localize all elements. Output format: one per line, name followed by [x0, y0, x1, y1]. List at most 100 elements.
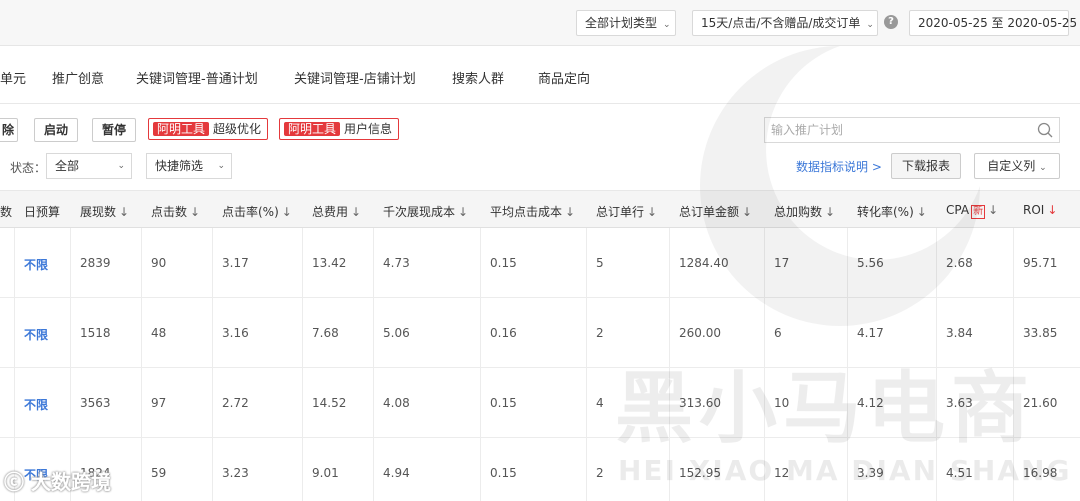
table-cell: 97 — [151, 396, 167, 410]
custom-columns-dropdown[interactable]: 自定义列 ⌄ — [974, 153, 1060, 179]
budget-cell[interactable]: 不限 — [24, 326, 48, 343]
state-value: 全部 — [55, 159, 80, 173]
watermark-cn: 黑小马电商 — [615, 364, 1036, 454]
col-header[interactable]: CPA 新 ↓ — [946, 203, 998, 219]
watermark-logo: ⓒ 大数跨境 — [4, 470, 111, 494]
sort-arrow-icon: ↓ — [916, 205, 927, 219]
sort-arrow-icon: ↓ — [825, 205, 836, 219]
table-cell: 3.23 — [222, 466, 249, 480]
sort-arrow-icon: ↓ — [742, 205, 753, 219]
table-cell: 6 — [774, 326, 782, 340]
table-cell: 4 — [596, 396, 604, 410]
tool-label: 超级优化 — [213, 122, 262, 136]
sort-arrow-icon: ↓ — [565, 205, 576, 219]
plan-type-value: 全部计划类型 — [585, 16, 658, 30]
table-cell: 5 — [596, 256, 604, 270]
table-cell: 0.15 — [490, 466, 517, 480]
table-cell: 0.16 — [490, 326, 517, 340]
state-dropdown[interactable]: 全部 ⌄ — [46, 153, 132, 179]
table-row[interactable]: 不限 2839 90 3.17 13.42 4.73 0.15 5 1284.40 17 5.56 2… — [0, 228, 1080, 298]
sort-arrow-icon: ↓ — [119, 205, 130, 219]
col-header[interactable]: 总订单金额 ↓ — [679, 203, 752, 220]
chevron-down-icon: ⌄ — [117, 161, 125, 171]
date-range-picker[interactable]: 2020-05-25 至 2020-05-25 — [909, 10, 1077, 36]
tab-creative[interactable]: 推广创意 — [52, 68, 104, 87]
table-cell: 0.15 — [490, 396, 517, 410]
plan-search-input[interactable]: 输入推广计划 — [764, 117, 1060, 143]
col-header[interactable]: 点击率(%) ↓ — [222, 203, 292, 220]
sort-arrow-icon: ↓ — [190, 205, 201, 219]
chevron-down-icon: ⌄ — [1039, 163, 1047, 173]
user-info-tool[interactable]: 阿明工具 用户信息 — [279, 118, 400, 140]
tab-product-targeting[interactable]: 商品定向 — [538, 68, 590, 87]
col-header[interactable]: 展现数 ↓ — [80, 203, 129, 220]
table-cell: 9.01 — [312, 466, 339, 480]
chevron-down-icon: ⌄ — [663, 20, 671, 30]
quick-filter-dropdown[interactable]: 快捷筛选 ⌄ — [146, 153, 232, 179]
state-label: 状态： — [10, 161, 47, 175]
col-header[interactable]: 平均点击成本 ↓ — [490, 203, 575, 220]
col-header[interactable]: 转化率(%) ↓ — [857, 203, 927, 220]
tab-bar: 单元 推广创意 关键词管理-普通计划 关键词管理-店铺计划 搜索人群 商品定向 — [0, 46, 1080, 104]
tab-search-crowd[interactable]: 搜索人群 — [452, 68, 504, 87]
attribution-value: 15天/点击/不含赠品/成交订单 — [701, 16, 861, 30]
delete-button[interactable]: 除 — [0, 118, 18, 142]
table-cell: 17 — [774, 256, 790, 270]
table-cell: 5.06 — [383, 326, 410, 340]
table-cell: 7.68 — [312, 326, 339, 340]
table-cell: 59 — [151, 466, 167, 480]
table-cell: 1284.40 — [679, 256, 729, 270]
table-header: 数 日预算 展现数 ↓ 点击数 ↓ 点击率(%) ↓ 总费用 ↓ 千次展现成本 ↓ 平均点… — [0, 190, 1080, 228]
table-cell: 33.85 — [1023, 326, 1058, 340]
tool-label: 用户信息 — [344, 122, 393, 136]
table-cell: 3563 — [80, 396, 111, 410]
sort-arrow-icon: ↓ — [458, 205, 469, 219]
start-button[interactable]: 启动 — [34, 118, 78, 142]
col-header[interactable]: 千次展现成本 ↓ — [383, 203, 468, 220]
col-header[interactable]: 总订单行 ↓ — [596, 203, 657, 220]
table-cell: 2839 — [80, 256, 111, 270]
watermark-en: HEI XIAO MA DIAN SHANG — [618, 454, 1072, 487]
table-cell: 14.52 — [312, 396, 347, 410]
table-cell: 2 — [596, 466, 604, 480]
table-cell: 95.71 — [1023, 256, 1058, 270]
pause-button[interactable]: 暂停 — [92, 118, 136, 142]
tab-keyword-normal[interactable]: 关键词管理-普通计划 — [136, 68, 258, 87]
quick-filter-value: 快捷筛选 — [155, 159, 204, 173]
search-icon[interactable] — [1037, 122, 1053, 138]
col-header[interactable]: 点击数 ↓ — [151, 203, 200, 220]
download-report-button[interactable]: 下载报表 — [891, 153, 961, 179]
table-cell: 90 — [151, 256, 167, 270]
table-cell: 48 — [151, 326, 167, 340]
table-cell: 4.94 — [383, 466, 410, 480]
help-icon[interactable]: ? — [884, 15, 898, 29]
table-cell: 3.17 — [222, 256, 249, 270]
table-cell: 4.08 — [383, 396, 410, 410]
tab-unit[interactable]: 单元 — [0, 68, 26, 87]
table-cell: 3.16 — [222, 326, 249, 340]
super-optimize-tool[interactable]: 阿明工具 超级优化 — [148, 118, 269, 140]
sort-arrow-icon: ↓ — [1047, 203, 1058, 217]
col-header[interactable]: 总加购数 ↓ — [774, 203, 835, 220]
filter-bar: 全部计划类型 ⌄ 15天/点击/不含赠品/成交订单 ⌄ ? 2020-05-25 至… — [0, 0, 1080, 46]
col-header[interactable]: 总费用 ↓ — [312, 203, 361, 220]
chevron-down-icon: ⌄ — [217, 161, 225, 171]
table-cell: 260.00 — [679, 326, 721, 340]
col-header[interactable]: 日预算 — [24, 203, 60, 220]
plan-type-dropdown[interactable]: 全部计划类型 ⌄ — [576, 10, 676, 36]
table-cell: 2.68 — [946, 256, 973, 270]
new-badge: 新 — [971, 205, 986, 219]
table-cell: 4.17 — [857, 326, 884, 340]
table-cell: 2 — [596, 326, 604, 340]
budget-cell[interactable]: 不限 — [24, 256, 48, 273]
metric-explanation-link[interactable]: 数据指标说明 > — [796, 158, 882, 175]
tool-badge: 阿明工具 — [153, 122, 210, 136]
tab-keyword-shop[interactable]: 关键词管理-店铺计划 — [294, 68, 416, 87]
table-cell: 4.73 — [383, 256, 410, 270]
col-header[interactable]: ROI ↓ — [1023, 203, 1057, 217]
col-header[interactable]: 数 — [0, 203, 12, 220]
sort-arrow-icon: ↓ — [647, 205, 658, 219]
budget-cell[interactable]: 不限 — [24, 396, 48, 413]
attribution-dropdown[interactable]: 15天/点击/不含赠品/成交订单 ⌄ — [692, 10, 878, 36]
table-cell: 13.42 — [312, 256, 347, 270]
